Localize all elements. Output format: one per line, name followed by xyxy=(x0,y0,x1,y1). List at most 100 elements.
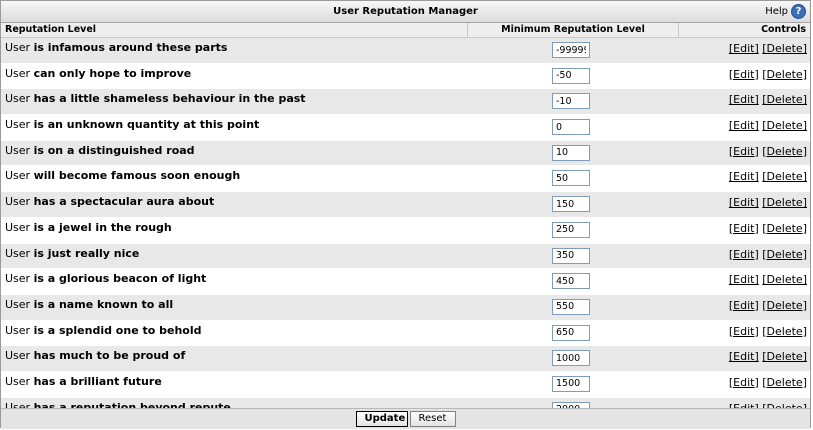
reputation-level-text: User is just really nice xyxy=(5,247,139,260)
reputation-level-text: User is a splendid one to behold xyxy=(5,324,202,337)
minimum-level-input[interactable] xyxy=(552,67,590,84)
minimum-level-input[interactable] xyxy=(552,42,590,58)
minimum-level-input[interactable] xyxy=(552,298,590,315)
minimum-level-input[interactable] xyxy=(552,273,590,290)
minimum-level-input[interactable] xyxy=(552,119,590,136)
reputation-phrase: can only hope to improve xyxy=(33,66,192,80)
delete-link[interactable]: [Delete] xyxy=(762,93,807,106)
reputation-level-text: User is on a distinguished road xyxy=(5,144,195,157)
edit-link[interactable]: [Edit] xyxy=(729,42,759,55)
table-row: User will become famous soon enough [Edit… xyxy=(1,166,810,193)
reputation-phrase: will become famous soon enough xyxy=(33,169,241,183)
edit-link[interactable]: [Edit] xyxy=(729,93,759,106)
table-row: User is infamous around these parts [Edit… xyxy=(1,38,810,64)
edit-link[interactable]: [Edit] xyxy=(729,145,759,158)
reputation-table: User is infamous around these parts [Edit… xyxy=(1,38,810,424)
edit-link[interactable]: [Edit] xyxy=(729,325,759,338)
help-label: Help xyxy=(765,6,788,17)
reputation-phrase: has a spectacular aura about xyxy=(33,195,215,209)
user-label: User xyxy=(5,169,31,183)
delete-link[interactable]: [Delete] xyxy=(762,222,807,235)
reputation-level-text: User is a glorious beacon of light xyxy=(5,272,206,285)
minimum-level-input[interactable] xyxy=(552,350,590,367)
delete-link[interactable]: [Delete] xyxy=(762,299,807,312)
user-label: User xyxy=(5,143,31,157)
user-label: User xyxy=(5,118,31,132)
minimum-level-input[interactable] xyxy=(552,375,590,392)
row-controls: [Edit] [Delete] xyxy=(729,325,807,338)
row-controls: [Edit] [Delete] xyxy=(729,68,807,81)
reputation-level-text: User can only hope to improve xyxy=(5,67,191,80)
edit-link[interactable]: [Edit] xyxy=(729,68,759,81)
reputation-phrase: is a splendid one to behold xyxy=(33,323,202,337)
help-link[interactable]: Help ? xyxy=(765,4,806,19)
minimum-level-input[interactable] xyxy=(552,221,590,238)
table-row: User has a little shameless behaviour in… xyxy=(1,89,810,116)
title-bar: User Reputation Manager Help ? xyxy=(1,1,810,23)
delete-link[interactable]: [Delete] xyxy=(762,248,807,261)
reputation-level-text: User will become famous soon enough xyxy=(5,169,240,182)
delete-link[interactable]: [Delete] xyxy=(762,170,807,183)
minimum-level-input[interactable] xyxy=(552,144,590,161)
column-headers: Reputation Level Minimum Reputation Leve… xyxy=(1,23,810,38)
row-controls: [Edit] [Delete] xyxy=(729,376,807,389)
user-label: User xyxy=(5,374,31,388)
delete-link[interactable]: [Delete] xyxy=(762,119,807,132)
user-label: User xyxy=(5,220,31,234)
edit-link[interactable]: [Edit] xyxy=(729,299,759,312)
minimum-level-input[interactable] xyxy=(552,170,590,187)
delete-link[interactable]: [Delete] xyxy=(762,196,807,209)
table-row: User is a glorious beacon of light [Edit]… xyxy=(1,269,810,295)
form-footer: Update Reset xyxy=(1,408,810,429)
table-row: User is just really nice [Edit] [Delete] xyxy=(1,243,810,270)
reputation-level-text: User is an unknown quantity at this poin… xyxy=(5,118,259,131)
edit-link[interactable]: [Edit] xyxy=(729,196,759,209)
user-label: User xyxy=(5,349,31,363)
reputation-phrase: has much to be proud of xyxy=(33,349,186,363)
delete-link[interactable]: [Delete] xyxy=(762,68,807,81)
user-label: User xyxy=(5,272,31,286)
reputation-phrase: is an unknown quantity at this point xyxy=(33,118,260,132)
edit-link[interactable]: [Edit] xyxy=(729,273,759,286)
delete-link[interactable]: [Delete] xyxy=(762,350,807,363)
user-label: User xyxy=(5,66,31,80)
column-header-minimum-level: Minimum Reputation Level xyxy=(467,23,679,37)
edit-link[interactable]: [Edit] xyxy=(729,350,759,363)
delete-link[interactable]: [Delete] xyxy=(762,42,807,55)
delete-link[interactable]: [Delete] xyxy=(762,273,807,286)
minimum-level-input[interactable] xyxy=(552,93,590,110)
row-controls: [Edit] [Delete] xyxy=(729,299,807,312)
row-controls: [Edit] [Delete] xyxy=(729,93,807,106)
reputation-level-text: User is infamous around these parts xyxy=(5,41,227,54)
minimum-level-input[interactable] xyxy=(552,324,590,341)
edit-link[interactable]: [Edit] xyxy=(729,248,759,261)
reputation-phrase: is just really nice xyxy=(33,246,140,260)
table-row: User is an unknown quantity at this poin… xyxy=(1,115,810,141)
table-row: User is a jewel in the rough [Edit] [Dele… xyxy=(1,217,810,244)
reputation-phrase: is on a distinguished road xyxy=(33,143,195,157)
delete-link[interactable]: [Delete] xyxy=(762,325,807,338)
table-row: User has a spectacular aura about [Edit] … xyxy=(1,192,810,218)
table-row: User has much to be proud of [Edit] [Dele… xyxy=(1,346,810,372)
reputation-phrase: is a glorious beacon of light xyxy=(33,272,207,286)
reputation-level-text: User has a little shameless behaviour in… xyxy=(5,92,306,105)
table-row: User can only hope to improve [Edit] [Del… xyxy=(1,63,810,90)
minimum-level-input[interactable] xyxy=(552,196,590,213)
user-label: User xyxy=(5,246,31,260)
row-controls: [Edit] [Delete] xyxy=(729,196,807,209)
reputation-phrase: is a name known to all xyxy=(33,297,174,311)
delete-link[interactable]: [Delete] xyxy=(762,376,807,389)
reputation-level-text: User has much to be proud of xyxy=(5,349,185,362)
minimum-level-input[interactable] xyxy=(552,247,590,264)
column-header-controls: Controls xyxy=(761,24,806,35)
delete-link[interactable]: [Delete] xyxy=(762,145,807,158)
row-controls: [Edit] [Delete] xyxy=(729,170,807,183)
reputation-phrase: has a brilliant future xyxy=(33,374,162,388)
edit-link[interactable]: [Edit] xyxy=(729,170,759,183)
edit-link[interactable]: [Edit] xyxy=(729,376,759,389)
reset-button[interactable]: Reset xyxy=(409,411,456,427)
reputation-level-text: User has a brilliant future xyxy=(5,375,162,388)
update-button[interactable]: Update xyxy=(355,411,408,427)
edit-link[interactable]: [Edit] xyxy=(729,222,759,235)
edit-link[interactable]: [Edit] xyxy=(729,119,759,132)
